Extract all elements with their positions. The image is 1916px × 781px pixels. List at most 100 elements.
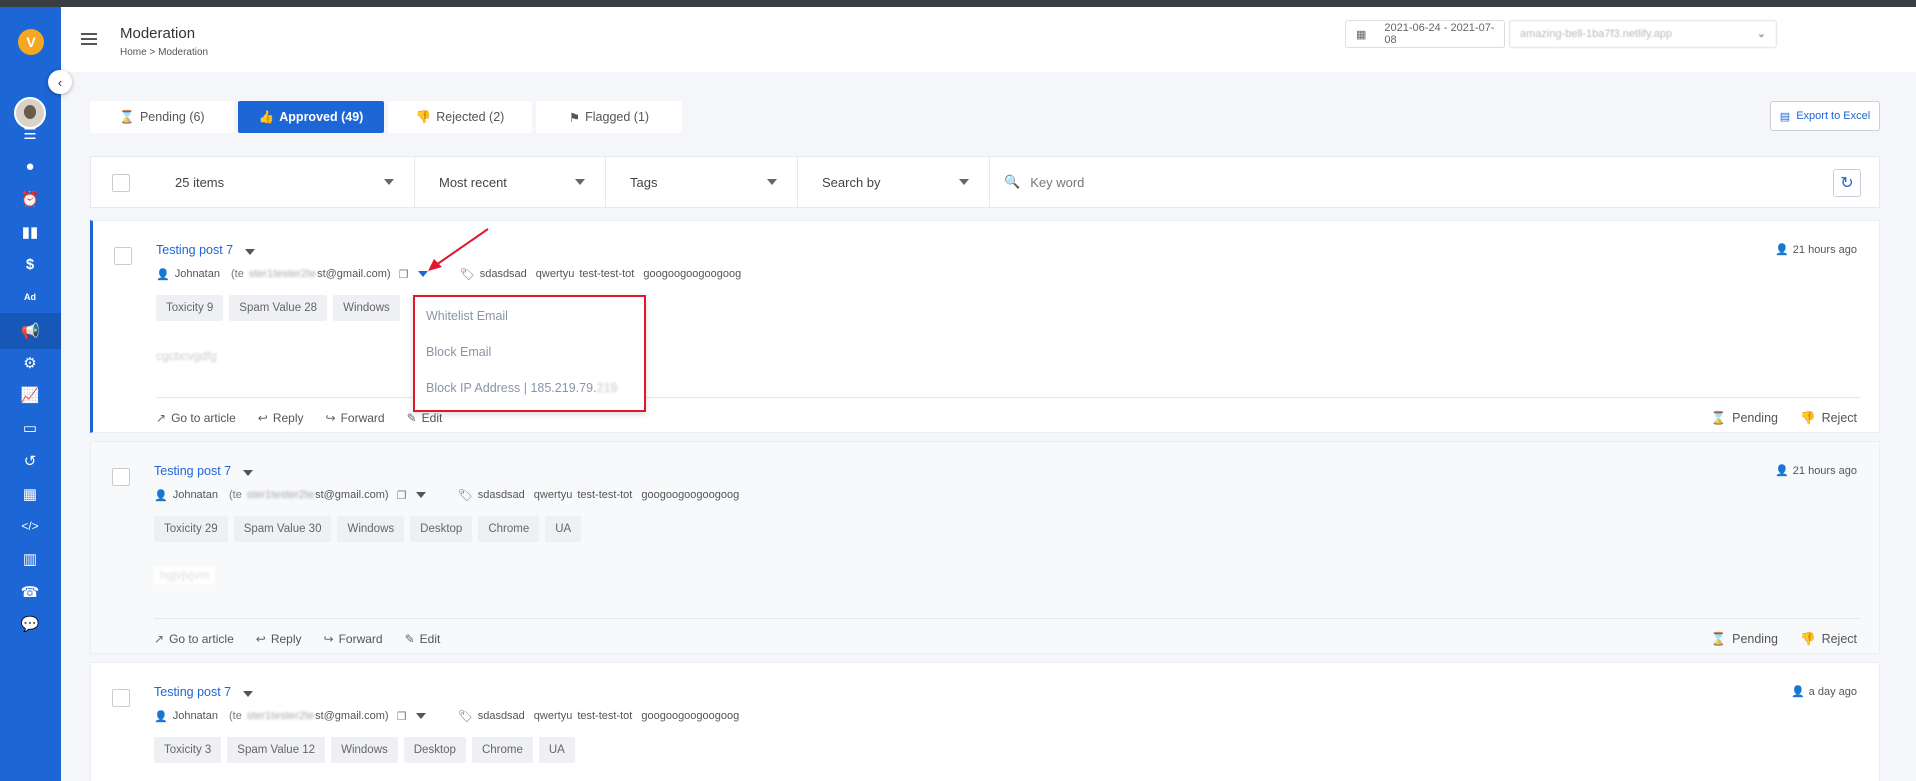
hamburger-menu-icon[interactable] (81, 33, 97, 48)
email-prefix: (te (228, 489, 242, 501)
credit-card-icon[interactable]: ▭ (19, 417, 41, 439)
pending-button[interactable]: ⌛ Pending (1711, 411, 1778, 426)
time-text: a day ago (1808, 685, 1857, 698)
list-icon[interactable]: ☰ (19, 123, 41, 145)
tab-flagged[interactable]: ⚑ Flagged (1) (536, 101, 682, 133)
whitelist-email-item[interactable]: Whitelist Email (426, 309, 508, 323)
export-excel-button[interactable]: ▤ Export to Excel (1770, 101, 1880, 131)
post-checkbox[interactable] (112, 468, 130, 486)
clock-icon[interactable]: ● (19, 155, 41, 177)
copy-icon[interactable]: ❐ (399, 268, 409, 281)
thumbs-down-icon: 👎 (1799, 632, 1816, 646)
ad-icon[interactable]: Ad (19, 286, 41, 308)
forward-icon: ↪ (323, 632, 334, 646)
keyword-search[interactable]: 🔍 Key word (1004, 157, 1084, 207)
chevron-left-icon: ‹ (57, 74, 63, 90)
tag: qwertyu (533, 710, 573, 722)
hourglass-icon: ⌛ (1710, 632, 1727, 646)
chip: UA (538, 737, 575, 763)
chat-icon[interactable]: 💬 (19, 613, 41, 635)
email-hidden: ster1tester2te (246, 489, 315, 501)
reply-button[interactable]: ↩ Reply (256, 632, 302, 646)
action-label: Reply (270, 632, 302, 646)
thumbs-down-icon: 👎 (415, 109, 432, 124)
action-label: Edit (419, 632, 441, 646)
block-ip-label: Block IP Address | 185.219.79. (426, 381, 597, 395)
tab-rejected[interactable]: 👎 Rejected (2) (388, 101, 532, 133)
chip: Toxicity 3 (154, 737, 222, 763)
post-checkbox[interactable] (112, 689, 130, 707)
tab-pending[interactable]: ⌛ Pending (6) (90, 101, 234, 133)
post-checkbox[interactable] (114, 247, 132, 265)
go-to-article-button[interactable]: ↗ Go to article (156, 411, 236, 425)
chip: Toxicity 29 (154, 516, 228, 542)
time-text: 21 hours ago (1792, 243, 1857, 256)
post-card: Testing post 7 👤 21 hours ago 👤 Johnatan… (90, 220, 1880, 433)
tags-select[interactable]: Tags (606, 157, 798, 207)
collapse-sidebar-button[interactable]: ‹ (48, 70, 72, 94)
history-icon[interactable]: ↺ (19, 450, 41, 472)
site-select[interactable]: amazing-bell-1ba7f3.netlify.app ⌄ (1509, 20, 1777, 48)
book-icon[interactable]: ▮▮ (19, 221, 41, 243)
tag-icon: 🏷 (457, 488, 473, 502)
post-card: Testing post 7 👤 21 hours ago 👤 Johnatan… (90, 441, 1880, 654)
items-per-page-select[interactable]: 25 items (151, 157, 415, 207)
edit-button[interactable]: ✎ Edit (405, 632, 441, 646)
date-range-picker[interactable]: ▦ 2021-06-24 - 2021-07-08 (1345, 20, 1505, 48)
code-icon[interactable]: </> (19, 515, 41, 537)
table-icon[interactable]: ▦ (19, 483, 41, 505)
sort-select[interactable]: Most recent (415, 157, 606, 207)
reject-button[interactable]: 👎 Reject (1800, 411, 1857, 426)
email-tail: st@gmail.com) (315, 710, 389, 722)
library-icon[interactable]: ▥ (19, 548, 41, 570)
tab-approved[interactable]: 👍 Approved (49) (238, 101, 384, 133)
post-title[interactable]: Testing post 7 (156, 243, 233, 257)
block-ip-item[interactable]: Block IP Address | 185.219.79.219 (426, 381, 617, 395)
reject-button[interactable]: 👎 Reject (1800, 632, 1857, 647)
post-title[interactable]: Testing post 7 (154, 464, 231, 478)
hourglass-icon: ⌛ (1710, 411, 1727, 425)
copy-icon[interactable]: ❐ (397, 489, 407, 502)
tag: qwertyu (533, 489, 573, 501)
reply-icon: ↩ (257, 411, 268, 425)
email-prefix: (te (230, 268, 244, 280)
forward-button[interactable]: ↪ Forward (326, 411, 385, 425)
copy-icon[interactable]: ❐ (397, 710, 407, 723)
caret-down-icon (767, 179, 777, 185)
forward-button[interactable]: ↪ Forward (324, 632, 383, 646)
post-body: hgjvjvjvm (154, 566, 216, 584)
app-logo[interactable]: V (18, 29, 44, 55)
email-actions-caret-icon[interactable] (416, 492, 427, 498)
search-by-select[interactable]: Search by (798, 157, 990, 207)
action-label: Forward (340, 411, 385, 425)
chip: Spam Value 30 (233, 516, 332, 542)
caret-down-icon[interactable] (245, 249, 255, 255)
moderation-actions: ⌛ Pending 👎 Reject (1711, 411, 1857, 426)
gear-icon[interactable]: ⚙ (19, 352, 41, 374)
megaphone-icon[interactable]: 📢 (0, 313, 61, 349)
chip: UA (545, 516, 582, 542)
dollar-icon[interactable]: $ (19, 253, 41, 275)
tag: sdasdsad (477, 710, 525, 722)
select-all-checkbox[interactable] (112, 174, 130, 192)
email-actions-caret-icon[interactable] (416, 713, 427, 719)
tag: googoogoogoogoog (641, 710, 740, 722)
chart-icon[interactable]: 📈 (19, 384, 41, 406)
caret-down-icon[interactable] (243, 691, 253, 697)
block-email-item[interactable]: Block Email (426, 345, 491, 359)
alarm-icon[interactable]: ⏰ (19, 188, 41, 210)
keyword-input[interactable]: Key word (1030, 175, 1084, 190)
post-title[interactable]: Testing post 7 (154, 685, 231, 699)
post-time: 👤 21 hours ago (1775, 243, 1857, 257)
caret-down-icon[interactable] (243, 470, 253, 476)
edit-button[interactable]: ✎ Edit (407, 411, 443, 425)
refresh-button[interactable]: ↻ (1833, 169, 1861, 197)
chip: Chrome (478, 516, 540, 542)
go-to-article-button[interactable]: ↗ Go to article (154, 632, 234, 646)
calendar-icon: ▦ (1356, 28, 1367, 41)
email-hidden: ster1tester2te (246, 710, 315, 722)
support-icon[interactable]: ☎ (19, 581, 41, 603)
reply-button[interactable]: ↩ Reply (258, 411, 304, 425)
pending-button[interactable]: ⌛ Pending (1711, 632, 1778, 647)
tag: googoogoogoogoog (641, 489, 740, 501)
